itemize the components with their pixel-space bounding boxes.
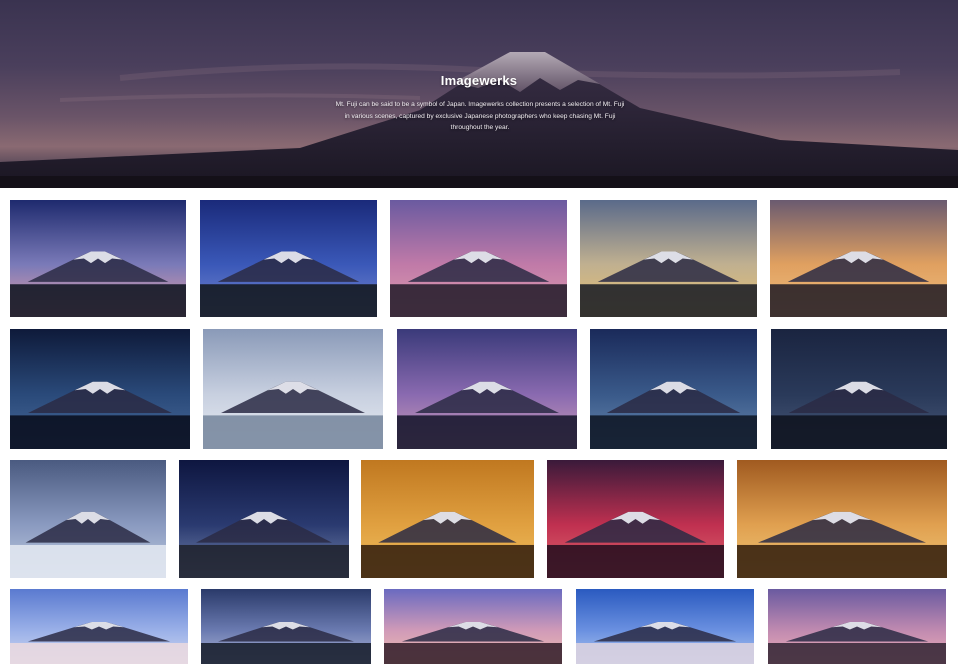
hero-banner: Imagewerks Mt. Fuji can be said to be a … xyxy=(0,0,958,188)
photo-image xyxy=(397,329,577,449)
gallery-photo[interactable] xyxy=(361,460,534,578)
gallery-photo[interactable] xyxy=(200,200,377,317)
photo-image xyxy=(10,589,188,664)
photo-image xyxy=(384,589,562,664)
photo-image xyxy=(200,200,377,317)
photo-image xyxy=(361,460,534,578)
gallery-photo[interactable] xyxy=(771,329,947,449)
gallery-photo[interactable] xyxy=(10,200,186,317)
gallery-photo[interactable] xyxy=(397,329,577,449)
photo-image xyxy=(10,329,190,449)
gallery-photo[interactable] xyxy=(10,589,188,664)
photo-image xyxy=(203,329,383,449)
photo-image xyxy=(771,329,947,449)
gallery-photo[interactable] xyxy=(179,460,349,578)
gallery-photo[interactable] xyxy=(10,460,166,578)
gallery-photo[interactable] xyxy=(737,460,947,578)
gallery-photo[interactable] xyxy=(580,200,757,317)
gallery-photo[interactable] xyxy=(390,200,567,317)
gallery-photo[interactable] xyxy=(590,329,757,449)
photo-image xyxy=(768,589,946,664)
photo-image xyxy=(201,589,371,664)
page-description: Mt. Fuji can be said to be a symbol of J… xyxy=(335,101,625,131)
photo-image xyxy=(576,589,754,664)
photo-image xyxy=(10,460,166,578)
gallery-photo[interactable] xyxy=(201,589,371,664)
gallery-photo[interactable] xyxy=(768,589,946,664)
photo-image xyxy=(590,329,757,449)
photo-image xyxy=(179,460,349,578)
photo-image xyxy=(737,460,947,578)
gallery-photo[interactable] xyxy=(770,200,947,317)
photo-image xyxy=(10,200,186,317)
hero-mount-fuji-image xyxy=(0,52,958,188)
photo-image xyxy=(547,460,724,578)
photo-image xyxy=(770,200,947,317)
gallery-photo[interactable] xyxy=(384,589,562,664)
photo-image xyxy=(580,200,757,317)
page-title: Imagewerks xyxy=(440,73,518,88)
gallery-photo[interactable] xyxy=(547,460,724,578)
gallery-photo[interactable] xyxy=(10,329,190,449)
gallery-photo[interactable] xyxy=(203,329,383,449)
gallery-photo[interactable] xyxy=(576,589,754,664)
photo-image xyxy=(390,200,567,317)
